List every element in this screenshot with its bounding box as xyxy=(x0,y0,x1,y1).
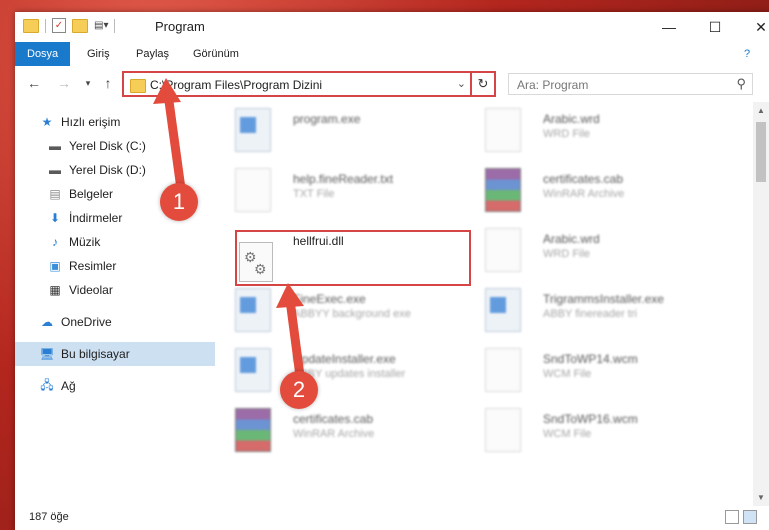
arrowhead-1 xyxy=(153,78,181,104)
arrow-1 xyxy=(163,89,187,201)
annotation-arrows xyxy=(153,78,305,381)
step-marker-1: 1 xyxy=(160,183,198,221)
arrowhead-2 xyxy=(276,283,304,308)
arrow-2 xyxy=(285,295,305,381)
step-marker-2: 2 xyxy=(280,371,318,409)
